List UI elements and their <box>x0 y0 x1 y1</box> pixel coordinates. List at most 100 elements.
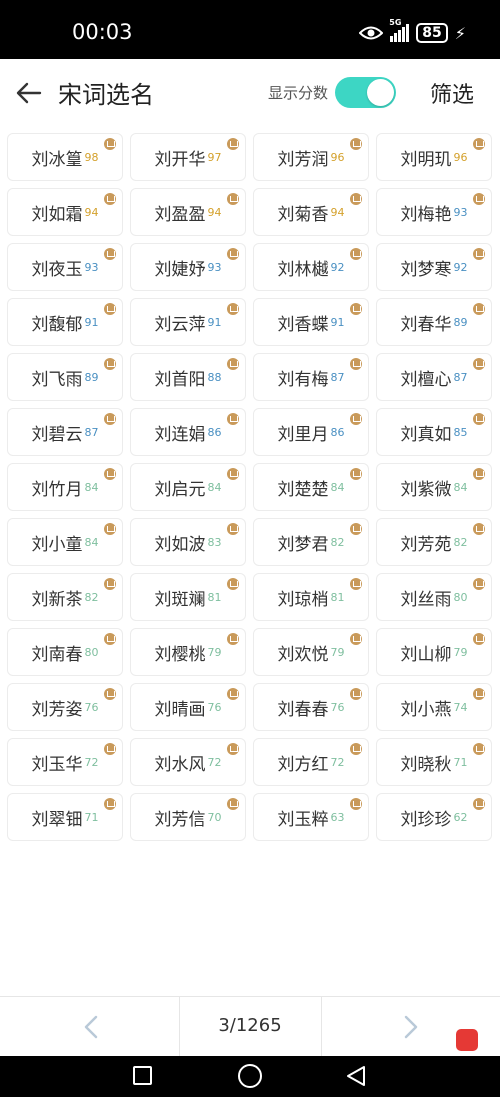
score-text: 94 <box>84 205 99 219</box>
system-nav-bar <box>0 1056 500 1097</box>
name-text: 刘真如 <box>400 424 452 445</box>
name-card[interactable]: 刘香蝶 91 <box>253 298 369 346</box>
name-text: 刘丝雨 <box>400 589 452 610</box>
name-card[interactable]: 刘如霜 94 <box>7 188 123 236</box>
home-icon[interactable] <box>238 1064 262 1088</box>
crown-icon <box>350 468 362 480</box>
name-card[interactable]: 刘启元 84 <box>130 463 246 511</box>
name-card[interactable]: 刘里月 86 <box>253 408 369 456</box>
crown-icon <box>350 413 362 425</box>
name-text: 刘梅艳 <box>400 204 452 225</box>
name-card[interactable]: 刘斑斓 81 <box>130 573 246 621</box>
name-card[interactable]: 刘梦君 82 <box>253 518 369 566</box>
name-text: 刘香蝶 <box>277 314 329 335</box>
divider <box>321 997 322 1057</box>
name-card[interactable]: 刘芳苑 82 <box>376 518 492 566</box>
name-card[interactable]: 刘琼梢 81 <box>253 573 369 621</box>
recent-apps-icon[interactable] <box>133 1066 152 1085</box>
filter-button[interactable]: 筛选 <box>430 77 474 109</box>
name-card[interactable]: 刘水风 72 <box>130 738 246 786</box>
name-card[interactable]: 刘云萍 91 <box>130 298 246 346</box>
crown-icon <box>350 138 362 150</box>
next-page-icon[interactable] <box>396 1013 424 1041</box>
system-back-icon[interactable] <box>344 1064 368 1088</box>
name-card[interactable]: 刘芳信 70 <box>130 793 246 841</box>
app-badge-icon[interactable] <box>456 1029 478 1051</box>
name-card[interactable]: 刘春春 76 <box>253 683 369 731</box>
back-arrow-icon[interactable] <box>14 78 44 108</box>
name-card[interactable]: 刘林樾 92 <box>253 243 369 291</box>
name-card[interactable]: 刘明玑 96 <box>376 133 492 181</box>
name-card[interactable]: 刘盈盈 94 <box>130 188 246 236</box>
name-card[interactable]: 刘楚楚 84 <box>253 463 369 511</box>
name-card[interactable]: 刘檀心 87 <box>376 353 492 401</box>
crown-icon <box>473 193 485 205</box>
name-card[interactable]: 刘菊香 94 <box>253 188 369 236</box>
name-card[interactable]: 刘欢悦 79 <box>253 628 369 676</box>
name-card[interactable]: 刘梅艳 93 <box>376 188 492 236</box>
name-card[interactable]: 刘真如 85 <box>376 408 492 456</box>
crown-icon <box>104 798 116 810</box>
score-text: 87 <box>84 425 99 439</box>
crown-icon <box>227 633 239 645</box>
crown-icon <box>104 248 116 260</box>
name-card[interactable]: 刘山柳 79 <box>376 628 492 676</box>
name-text: 刘芳信 <box>154 809 206 830</box>
crown-icon <box>473 743 485 755</box>
crown-icon <box>227 743 239 755</box>
prev-page-icon[interactable] <box>78 1013 106 1041</box>
name-card[interactable]: 刘竹月 84 <box>7 463 123 511</box>
name-card[interactable]: 刘珍珍 62 <box>376 793 492 841</box>
score-text: 70 <box>207 810 222 824</box>
name-card[interactable]: 刘开华 97 <box>130 133 246 181</box>
name-card[interactable]: 刘飞雨 89 <box>7 353 123 401</box>
name-card[interactable]: 刘芳姿 76 <box>7 683 123 731</box>
name-text: 刘南春 <box>31 644 83 665</box>
name-card[interactable]: 刘玉粹 63 <box>253 793 369 841</box>
name-card[interactable]: 刘馥郁 91 <box>7 298 123 346</box>
name-text: 刘如波 <box>154 534 206 555</box>
name-card[interactable]: 刘晴画 76 <box>130 683 246 731</box>
name-card[interactable]: 刘梦寒 92 <box>376 243 492 291</box>
score-text: 62 <box>453 810 468 824</box>
crown-icon <box>350 193 362 205</box>
name-card[interactable]: 刘新茶 82 <box>7 573 123 621</box>
name-card[interactable]: 刘紫微 84 <box>376 463 492 511</box>
pagination-bar: 3/1265 <box>0 996 500 1057</box>
name-text: 刘有梅 <box>277 369 329 390</box>
name-card[interactable]: 刘有梅 87 <box>253 353 369 401</box>
show-score-toggle[interactable] <box>335 77 396 108</box>
name-card[interactable]: 刘小童 84 <box>7 518 123 566</box>
score-text: 94 <box>207 205 222 219</box>
name-card[interactable]: 刘方红 72 <box>253 738 369 786</box>
name-card[interactable]: 刘翠钿 71 <box>7 793 123 841</box>
name-card[interactable]: 刘首阳 88 <box>130 353 246 401</box>
signal-bar <box>402 27 406 42</box>
status-time: 00:03 <box>72 20 133 44</box>
name-card[interactable]: 刘碧云 87 <box>7 408 123 456</box>
name-text: 刘翠钿 <box>31 809 83 830</box>
name-card[interactable]: 刘冰篁 98 <box>7 133 123 181</box>
name-text: 刘馥郁 <box>31 314 83 335</box>
name-card[interactable]: 刘小燕 74 <box>376 683 492 731</box>
name-card[interactable]: 刘婕妤 93 <box>130 243 246 291</box>
crown-icon <box>104 743 116 755</box>
score-text: 71 <box>453 755 468 769</box>
score-text: 80 <box>453 590 468 604</box>
name-card[interactable]: 刘樱桃 79 <box>130 628 246 676</box>
name-card[interactable]: 刘春华 89 <box>376 298 492 346</box>
name-card[interactable]: 刘如波 83 <box>130 518 246 566</box>
name-card[interactable]: 刘晓秋 71 <box>376 738 492 786</box>
name-card[interactable]: 刘玉华 72 <box>7 738 123 786</box>
score-text: 91 <box>207 315 222 329</box>
crown-icon <box>104 413 116 425</box>
name-card[interactable]: 刘芳润 96 <box>253 133 369 181</box>
signal-bar <box>394 33 398 42</box>
name-text: 刘方红 <box>277 754 329 775</box>
score-text: 85 <box>453 425 468 439</box>
name-card[interactable]: 刘丝雨 80 <box>376 573 492 621</box>
name-card[interactable]: 刘南春 80 <box>7 628 123 676</box>
name-card[interactable]: 刘夜玉 93 <box>7 243 123 291</box>
score-text: 84 <box>84 480 99 494</box>
name-card[interactable]: 刘连娟 86 <box>130 408 246 456</box>
